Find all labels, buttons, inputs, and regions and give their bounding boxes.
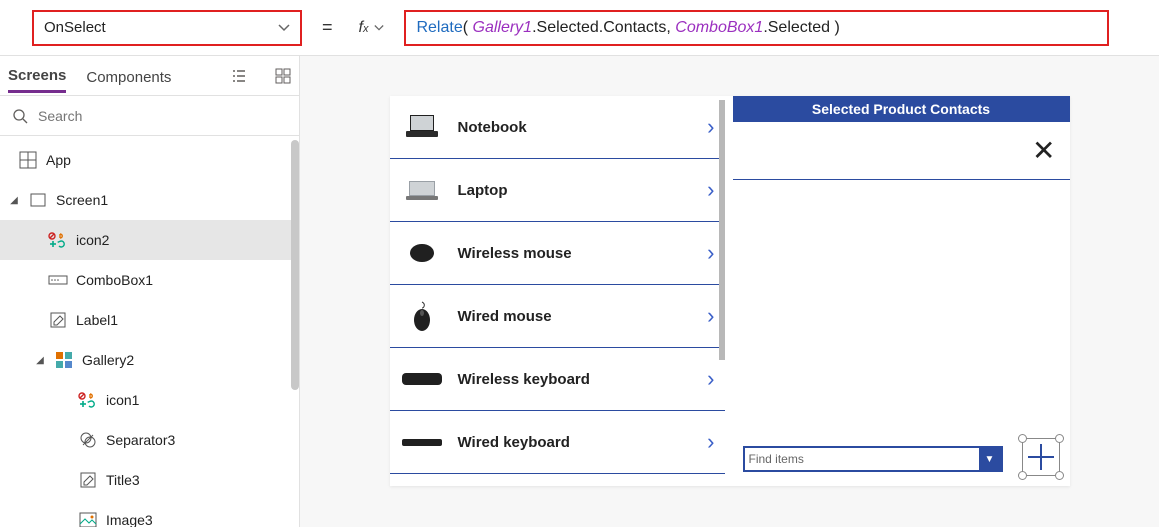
chevron-down-icon xyxy=(278,22,290,34)
list-view-icon[interactable] xyxy=(231,68,247,84)
tree-scrollbar[interactable] xyxy=(291,140,299,390)
gallery-item[interactable]: Wireless mouse › xyxy=(390,222,725,285)
contacts-header: Selected Product Contacts xyxy=(733,96,1070,122)
gallery-item[interactable]: Wireless keyboard › xyxy=(390,348,725,411)
tree-node-image3[interactable]: Image3 xyxy=(0,500,299,527)
product-image xyxy=(400,111,444,143)
tree-node-separator3[interactable]: Separator3 xyxy=(0,420,299,460)
chevron-right-icon: › xyxy=(707,177,714,203)
chevron-right-icon: › xyxy=(707,366,714,392)
chevron-right-icon: › xyxy=(707,114,714,140)
chevron-right-icon: › xyxy=(707,429,714,455)
tree-node-screen1[interactable]: ◢Screen1 xyxy=(0,180,299,220)
combo-dropdown-button[interactable]: ▼ xyxy=(979,448,1001,470)
combo-placeholder: Find items xyxy=(749,452,804,466)
grid-view-icon[interactable] xyxy=(275,68,291,84)
gallery-item[interactable]: Wired mouse › xyxy=(390,285,725,348)
chevron-right-icon: › xyxy=(707,303,714,329)
gallery[interactable]: Notebook›Laptop›Wireless mouse›Wired mou… xyxy=(390,96,725,486)
chevron-right-icon: › xyxy=(707,240,714,266)
product-image xyxy=(400,174,444,206)
tree-node-title3[interactable]: Title3 xyxy=(0,460,299,500)
gallery-scrollbar[interactable] xyxy=(719,100,725,360)
contacts-panel: Selected Product Contacts ✕ Find items ▼ xyxy=(733,96,1070,486)
close-icon[interactable]: ✕ xyxy=(1032,134,1055,167)
plus-icon xyxy=(1028,444,1054,470)
tree-search-input[interactable] xyxy=(38,108,287,124)
product-title: Wired mouse xyxy=(458,308,694,325)
tab-screens[interactable]: Screens xyxy=(8,58,66,93)
tree-node-icon1[interactable]: icon1 xyxy=(0,380,299,420)
tree-tabs: Screens Components xyxy=(0,56,299,96)
formula-bar: OnSelect = fx Relate( Gallery1.Selected.… xyxy=(0,0,1159,56)
add-icon-selected[interactable] xyxy=(1018,434,1064,480)
screen-preview: Notebook›Laptop›Wireless mouse›Wired mou… xyxy=(390,96,1070,486)
canvas: Notebook›Laptop›Wireless mouse›Wired mou… xyxy=(300,56,1159,527)
tree-node-app[interactable]: App xyxy=(0,140,299,180)
tree: App◢Screen1icon2ComboBox1Label1◢Gallery2… xyxy=(0,136,299,527)
tree-node-combobox1[interactable]: ComboBox1 xyxy=(0,260,299,300)
gallery-item[interactable]: Laptop › xyxy=(390,159,725,222)
tree-panel: Screens Components App◢Screen1icon2Combo… xyxy=(0,56,300,527)
product-title: Wired keyboard xyxy=(458,434,694,451)
product-title: Laptop xyxy=(458,182,694,199)
formula-input[interactable]: Relate( Gallery1.Selected.Contacts, Comb… xyxy=(404,10,1109,46)
property-value: OnSelect xyxy=(44,19,106,36)
tree-node-label1[interactable]: Label1 xyxy=(0,300,299,340)
product-image xyxy=(400,426,444,458)
product-image xyxy=(400,237,444,269)
product-title: Notebook xyxy=(458,119,694,136)
search-row xyxy=(0,96,299,136)
tree-node-icon2[interactable]: icon2 xyxy=(0,220,299,260)
fx-label[interactable]: fx xyxy=(353,19,391,37)
gallery-item[interactable]: Notebook › xyxy=(390,96,725,159)
product-image xyxy=(400,363,444,395)
product-image xyxy=(400,300,444,332)
property-selector[interactable]: OnSelect xyxy=(32,10,302,46)
contact-row: ✕ xyxy=(733,122,1070,180)
equals-label: = xyxy=(316,17,339,38)
search-icon xyxy=(12,108,28,124)
product-title: Wireless keyboard xyxy=(458,371,694,388)
gallery-item[interactable]: Wired keyboard › xyxy=(390,411,725,474)
tab-components[interactable]: Components xyxy=(86,60,171,92)
combobox[interactable]: Find items ▼ xyxy=(743,446,1003,472)
tree-node-gallery2[interactable]: ◢Gallery2 xyxy=(0,340,299,380)
chevron-down-icon xyxy=(374,23,384,33)
product-title: Wireless mouse xyxy=(458,245,694,262)
